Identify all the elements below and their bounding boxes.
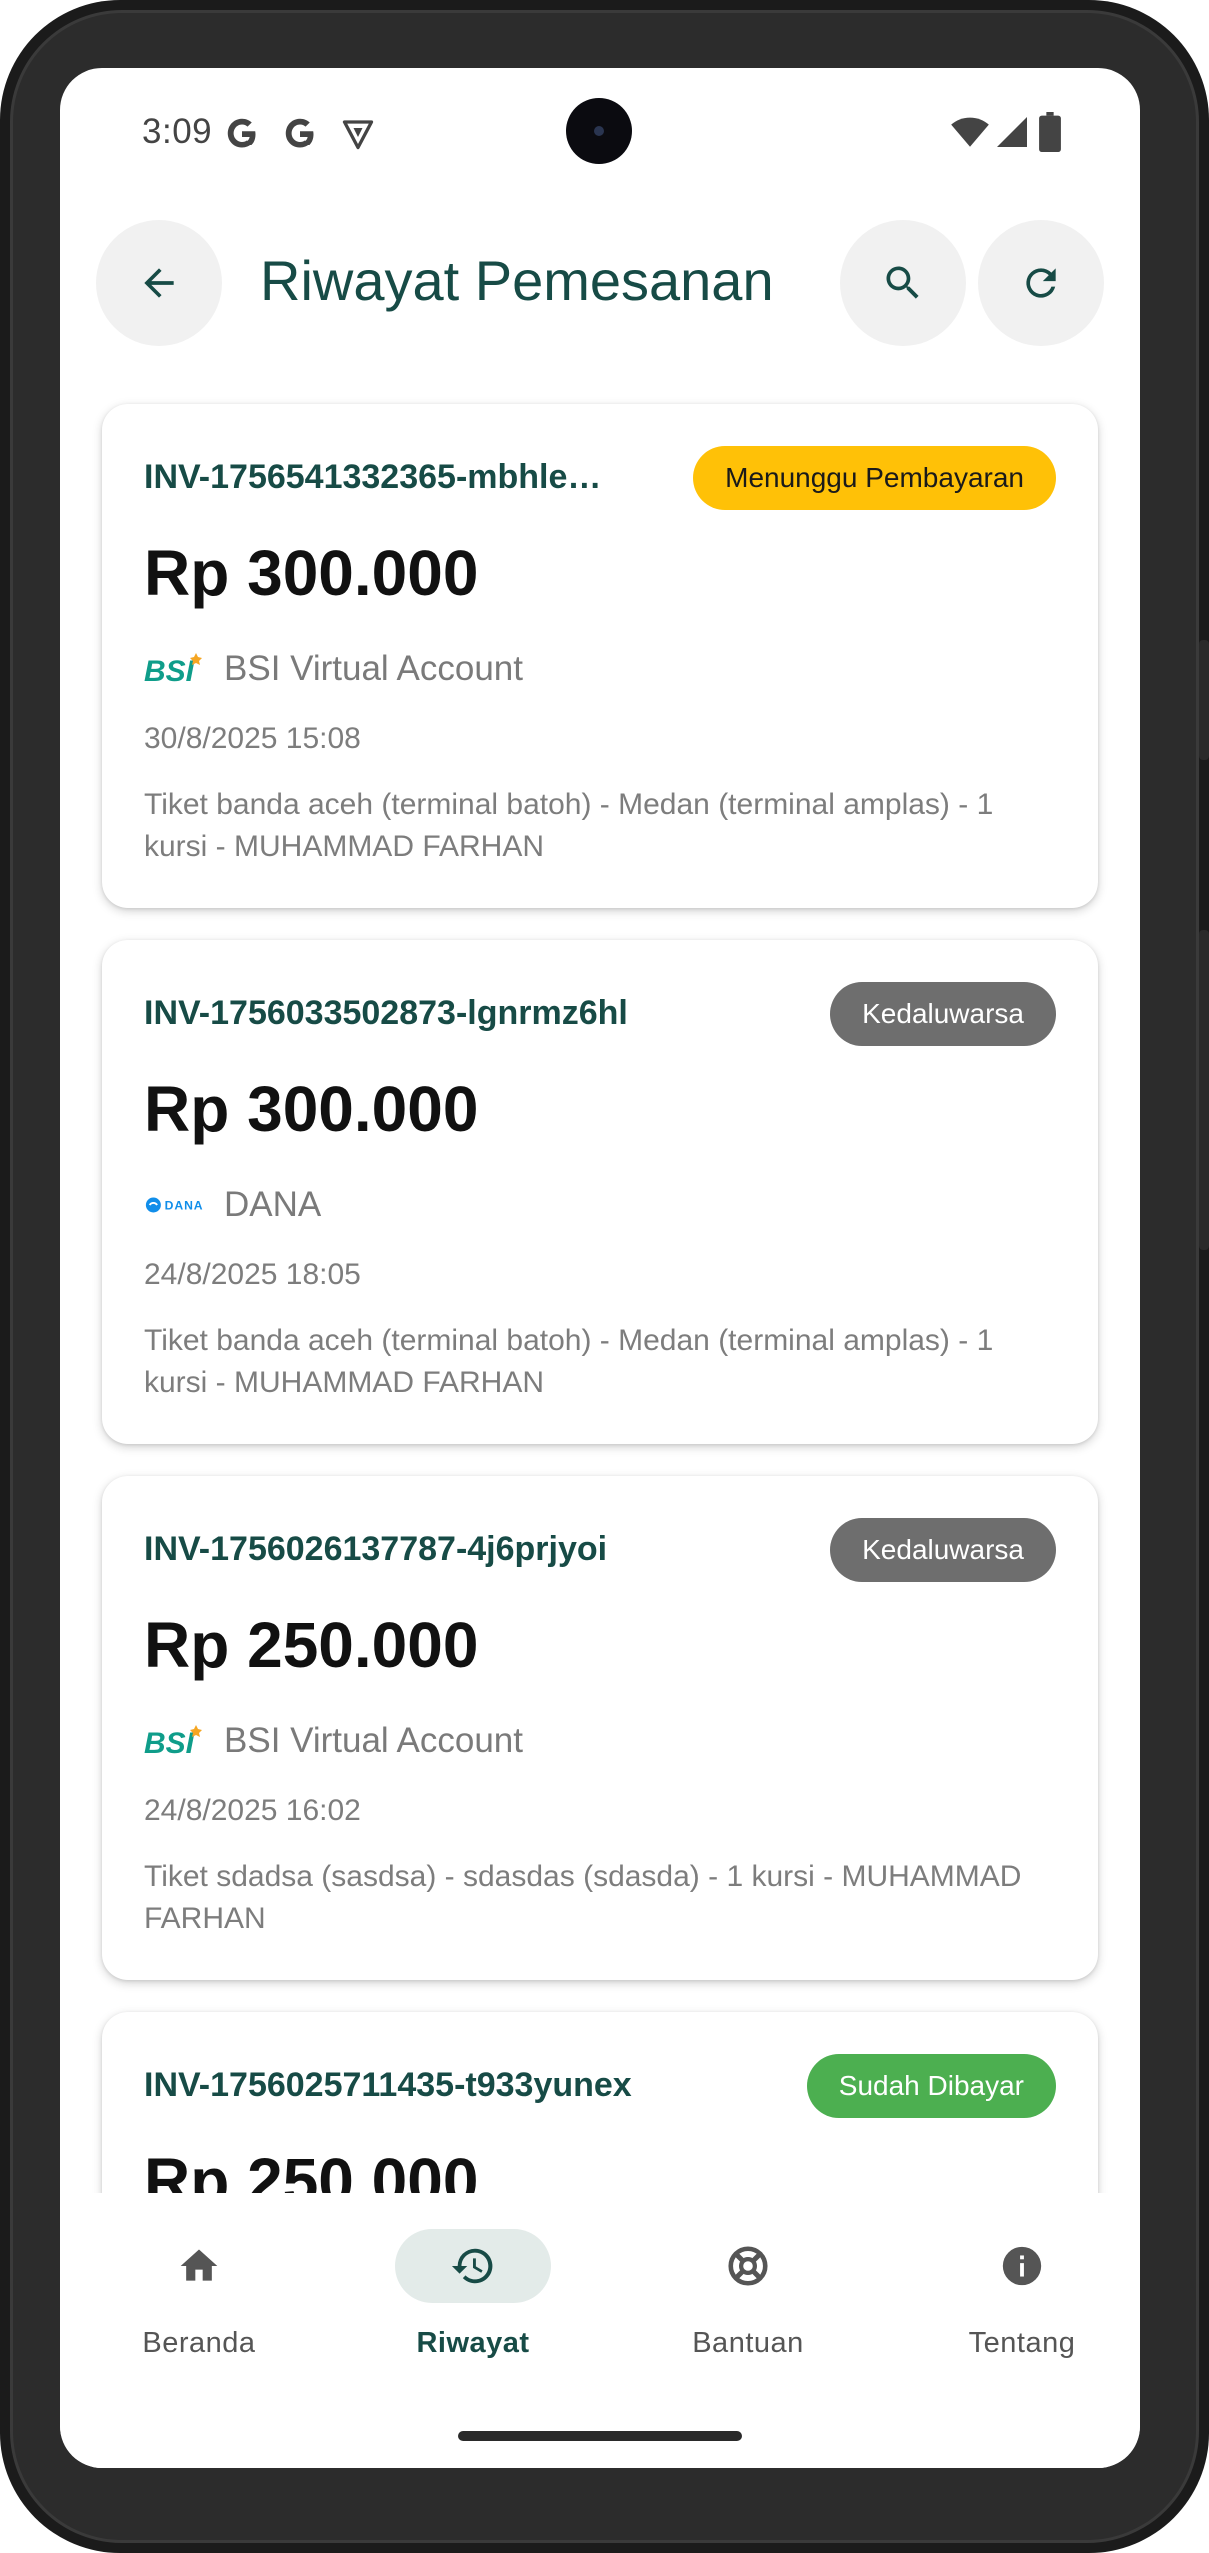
nav-item-bantuan[interactable]: Bantuan: [648, 2229, 848, 2379]
order-card[interactable]: INV-1756026137787-4j6prjyoi Kedaluwarsa …: [102, 1476, 1098, 1980]
order-card[interactable]: INV-1756541332365-mbhle9… Menunggu Pemba…: [102, 404, 1098, 908]
order-amount: Rp 300.000: [144, 1073, 479, 1145]
nav-item-tentang[interactable]: Tentang: [922, 2229, 1122, 2379]
info-icon: [1002, 2246, 1042, 2286]
order-amount: Rp 250.000: [144, 1609, 479, 1681]
dana-logo: DANA: [144, 1185, 204, 1225]
search-icon: [886, 266, 919, 299]
status-badge: Menunggu Pembayaran: [693, 446, 1056, 510]
back-button[interactable]: [96, 220, 222, 346]
nav-item-riwayat[interactable]: Riwayat: [373, 2229, 573, 2379]
order-amount: Rp 300.000: [144, 537, 479, 609]
nav-pill: [121, 2229, 277, 2303]
wifi-icon: [950, 114, 990, 155]
google-g-icon: [224, 116, 260, 157]
status-bar: 3:09: [60, 68, 1140, 198]
nav-item-beranda[interactable]: Beranda: [99, 2229, 299, 2379]
cell-signal-icon: [994, 114, 1030, 155]
nav-label: Beranda: [142, 2327, 256, 2359]
home-indicator[interactable]: [458, 2431, 742, 2441]
history-icon: [451, 2248, 493, 2284]
order-description: Tiket sdadsa (sasdsa) - sdasdas (sdasda)…: [144, 1860, 1022, 1935]
bsi-logo: BSI: [144, 1721, 204, 1761]
refresh-button[interactable]: [978, 220, 1104, 346]
payment-method: BSI BSI Virtual Account: [144, 1716, 523, 1766]
status-badge: Kedaluwarsa: [830, 982, 1056, 1046]
refresh-icon: [1026, 268, 1056, 298]
nav-label: Riwayat: [416, 2327, 530, 2359]
status-badge: Sudah Dibayar: [806, 2054, 1056, 2118]
shield-play-icon: [340, 116, 376, 157]
nav-pill: [670, 2229, 826, 2303]
order-date: 24/8/2025 18:05: [144, 1258, 361, 1291]
payment-method: BSI BSI Virtual Account: [144, 644, 523, 694]
payment-method-name: DANA: [224, 1185, 322, 1224]
bottom-navigation: Beranda Riwayat Bantuan Tentang: [60, 2193, 1140, 2468]
svg-text:BSI: BSI: [144, 1727, 195, 1760]
order-date: 24/8/2025 16:02: [144, 1794, 361, 1827]
power-button: [1199, 640, 1209, 760]
svg-text:BSI: BSI: [144, 655, 195, 688]
arrow-back-icon: [144, 268, 174, 298]
app-bar: Riwayat Pemesanan: [60, 218, 1140, 348]
status-time: 3:09: [142, 112, 213, 151]
nav-label: Tentang: [968, 2327, 1076, 2359]
volume-button: [1199, 930, 1209, 1250]
nav-pill-active: [395, 2229, 551, 2303]
help-lifebuoy-icon: [728, 2246, 768, 2286]
payment-method-name: BSI Virtual Account: [224, 1721, 523, 1760]
bsi-logo: BSI: [144, 649, 204, 689]
order-description: Tiket banda aceh (terminal batoh) - Meda…: [144, 788, 994, 863]
order-card[interactable]: INV-1756033502873-lgnrmz6hl Kedaluwarsa …: [102, 940, 1098, 1444]
home-icon: [180, 2249, 218, 2281]
invoice-number: INV-1756026137787-4j6prjyoi: [144, 1530, 608, 1568]
payment-method-name: BSI Virtual Account: [224, 649, 523, 688]
front-camera: [566, 98, 632, 164]
invoice-number: INV-1756025711435-t933yunex: [144, 2066, 632, 2104]
status-badge: Kedaluwarsa: [830, 1518, 1056, 1582]
svg-text:DANA: DANA: [165, 1199, 204, 1213]
order-description: Tiket banda aceh (terminal batoh) - Meda…: [144, 1324, 994, 1399]
nav-label: Bantuan: [692, 2327, 804, 2359]
order-date: 30/8/2025 15:08: [144, 722, 361, 755]
page-title: Riwayat Pemesanan: [260, 249, 774, 312]
battery-icon: [1038, 112, 1062, 157]
search-button[interactable]: [840, 220, 966, 346]
invoice-number: INV-1756033502873-lgnrmz6hl: [144, 994, 628, 1032]
invoice-number: INV-1756541332365-mbhle9…: [144, 458, 604, 496]
phone-screen: 3:09 Riwayat Pemesanan INV-1756541332365…: [60, 68, 1140, 2468]
payment-method: DANA DANA: [144, 1180, 321, 1230]
google-g-icon: [282, 116, 318, 157]
nav-pill: [944, 2229, 1100, 2303]
